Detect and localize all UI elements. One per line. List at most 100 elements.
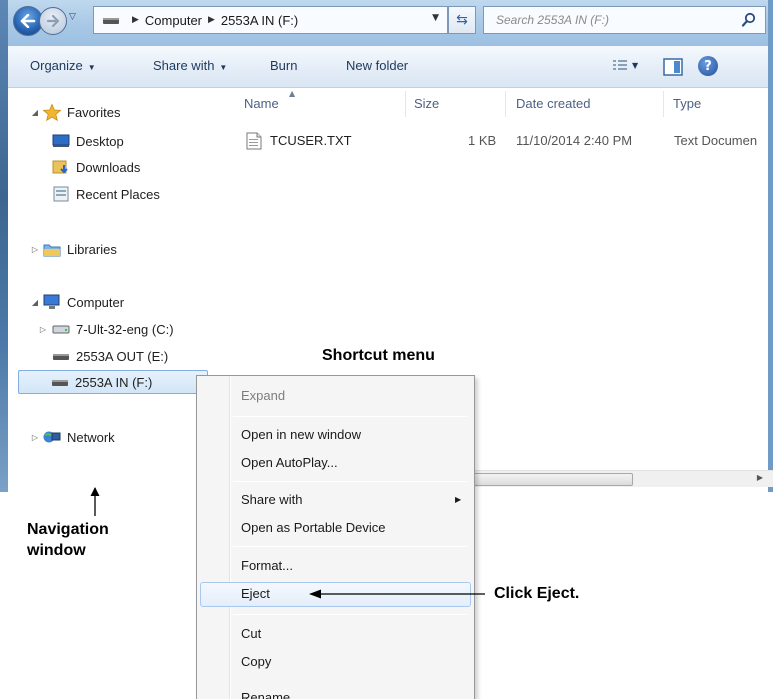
nav-label-desktop: Desktop (76, 133, 124, 149)
command-bar: Organize ▼ Share with ▼ Burn New folder ▼ … (8, 46, 768, 88)
scroll-right-icon[interactable]: ▶ (757, 473, 763, 482)
menu-item-format[interactable]: Format... (241, 558, 293, 573)
context-menu: Expand Open in new window Open AutoPlay.… (196, 375, 475, 699)
column-header-name[interactable]: Name (244, 96, 279, 111)
column-header-type[interactable]: Type (673, 96, 701, 111)
callout-navigation-window-line1: Navigation (27, 521, 109, 538)
nav-label-favorites: Favorites (67, 104, 121, 120)
views-icon[interactable] (612, 58, 628, 72)
nav-item-favorites[interactable]: ◢ Favorites (30, 100, 120, 124)
navigation-pane: ◢ Favorites Desktop Downloads Recent Pla… (8, 89, 218, 492)
window-border-left (0, 0, 8, 492)
nav-item-drive-e[interactable]: 2553A OUT (E:) (52, 344, 168, 368)
forward-button[interactable] (39, 7, 67, 35)
network-icon (43, 429, 61, 445)
column-header-date-created[interactable]: Date created (516, 96, 590, 111)
drive-icon (52, 348, 70, 364)
new-folder-label: New folder (346, 58, 409, 73)
expand-triangle-icon[interactable]: ▷ (30, 433, 40, 442)
help-icon[interactable]: ? (698, 56, 718, 76)
expand-triangle-icon[interactable]: ▷ (30, 245, 40, 254)
collapse-triangle-icon[interactable]: ◢ (30, 298, 40, 307)
sort-ascending-icon: ▲ (289, 89, 296, 98)
new-folder-button[interactable]: New folder (346, 58, 408, 73)
nav-item-downloads[interactable]: Downloads (52, 155, 140, 179)
computer-icon (43, 294, 61, 310)
file-type: Text Documen (674, 133, 758, 148)
nav-label-drive-e: 2553A OUT (E:) (76, 348, 169, 364)
callout-click-eject: Click Eject. (494, 585, 580, 602)
share-with-label: Share with (153, 58, 215, 73)
share-with-button[interactable]: Share with ▼ (153, 58, 227, 73)
search-input[interactable] (496, 13, 726, 27)
menu-separator (233, 546, 467, 547)
organize-button[interactable]: Organize ▼ (30, 58, 96, 73)
collapse-triangle-icon[interactable]: ◢ (30, 108, 40, 117)
horizontal-scrollbar[interactable]: ▶ (473, 470, 773, 487)
column-divider[interactable] (663, 91, 664, 117)
search-box[interactable] (483, 6, 766, 34)
menu-gutter-highlight (230, 376, 231, 699)
menu-item-open-portable-device[interactable]: Open as Portable Device (241, 520, 386, 535)
forward-arrow-icon (46, 15, 60, 27)
nav-item-drive-c[interactable]: ▷ 7-Ult-32-eng (C:) (40, 317, 174, 341)
chevron-down-icon[interactable]: ▼ (432, 13, 439, 23)
text-file-icon (246, 132, 262, 150)
column-divider[interactable] (405, 91, 406, 117)
menu-item-open-new-window[interactable]: Open in new window (241, 427, 361, 442)
back-arrow-icon (20, 14, 36, 28)
callout-navigation-window-line2: window (27, 542, 86, 559)
desktop-icon (52, 133, 70, 149)
burn-button[interactable]: Burn (270, 58, 297, 73)
column-divider[interactable] (505, 91, 506, 117)
menu-separator (233, 481, 467, 482)
file-name[interactable]: TCUSER.TXT (270, 133, 352, 148)
menu-item-open-autoplay[interactable]: Open AutoPlay... (241, 455, 338, 470)
chevron-down-icon[interactable]: ▼ (632, 61, 638, 70)
menu-separator (233, 416, 467, 417)
file-date-created: 11/10/2014 2:40 PM (516, 133, 633, 148)
menu-item-rename[interactable]: Rename (241, 690, 290, 699)
drive-icon (52, 321, 70, 337)
submenu-arrow-icon: ▶ (455, 495, 462, 504)
scrollbar-thumb[interactable] (473, 473, 633, 486)
column-header-size[interactable]: Size (414, 96, 439, 111)
nav-item-recent-places[interactable]: Recent Places (52, 182, 160, 206)
preview-pane-icon[interactable] (663, 58, 683, 76)
nav-item-network[interactable]: ▷ Network (30, 425, 115, 449)
organize-label: Organize (30, 58, 83, 73)
chevron-down-icon: ▼ (219, 63, 228, 72)
menu-item-copy[interactable]: Copy (241, 654, 271, 669)
nav-label-computer: Computer (67, 294, 125, 310)
nav-label-libraries: Libraries (67, 241, 117, 257)
address-bar[interactable]: ▶ Computer ▶ 2553A IN (F:) ▼ (93, 6, 448, 34)
menu-item-eject[interactable]: Eject (241, 586, 270, 601)
menu-item-share-with[interactable]: Share with (241, 492, 302, 507)
menu-item-expand[interactable]: Expand (241, 388, 285, 403)
expand-triangle-icon[interactable]: ▷ (38, 325, 48, 334)
menu-item-cut[interactable]: Cut (241, 626, 261, 641)
window-border-right (768, 0, 773, 492)
breadcrumb-separator-icon: ▶ (132, 15, 139, 25)
folder-icon (43, 241, 61, 257)
nav-item-drive-f[interactable]: 2553A IN (F:) (18, 370, 208, 394)
title-bar: ▽ ▶ Computer ▶ 2553A IN (F:) ▼ ⇆ (0, 0, 773, 46)
breadcrumb-drive[interactable]: 2553A IN (F:) (221, 13, 298, 28)
nav-label-drive-f: 2553A IN (F:) (75, 374, 153, 390)
nav-item-libraries[interactable]: ▷ Libraries (30, 237, 117, 261)
downloads-folder-icon (52, 159, 70, 175)
arrow-left-icon (309, 589, 485, 599)
callout-shortcut-menu: Shortcut menu (322, 347, 435, 364)
burn-label: Burn (270, 58, 298, 73)
recent-places-icon (52, 186, 70, 202)
refresh-button[interactable]: ⇆ (448, 6, 476, 34)
nav-item-computer[interactable]: ◢ Computer (30, 290, 124, 314)
search-icon[interactable] (741, 12, 757, 28)
nav-item-desktop[interactable]: Desktop (52, 129, 124, 153)
breadcrumb-separator-icon: ▶ (208, 15, 215, 25)
recent-pages-dropdown-icon[interactable]: ▽ (69, 12, 76, 22)
nav-label-network: Network (67, 429, 115, 445)
file-row[interactable]: TCUSER.TXT 1 KB 11/10/2014 2:40 PM Text … (244, 130, 773, 152)
breadcrumb-computer[interactable]: Computer (145, 13, 202, 28)
nav-label-downloads: Downloads (76, 159, 141, 175)
